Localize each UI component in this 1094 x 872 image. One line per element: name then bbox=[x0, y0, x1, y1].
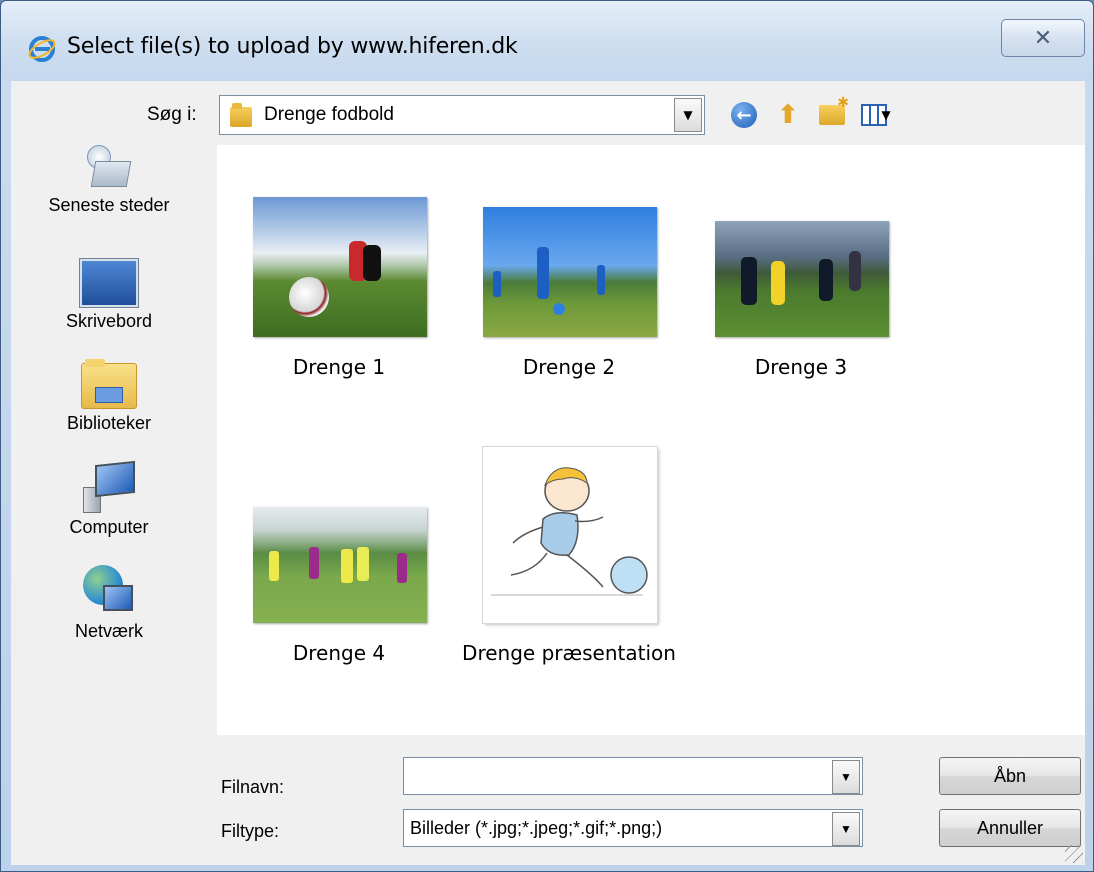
file-upload-dialog: Select file(s) to upload by www.hiferen.… bbox=[0, 0, 1094, 872]
up-folder-button[interactable]: ⬆ bbox=[771, 98, 805, 132]
place-computer[interactable]: Computer bbox=[11, 460, 207, 538]
file-name: Drenge 2 bbox=[522, 355, 616, 379]
new-folder-button[interactable] bbox=[815, 95, 849, 132]
image-thumbnail bbox=[253, 507, 427, 623]
recent-places-icon bbox=[85, 145, 133, 191]
open-button[interactable]: Åbn bbox=[939, 757, 1081, 795]
network-icon bbox=[81, 565, 137, 617]
file-name: Drenge 4 bbox=[292, 641, 386, 665]
filetype-label: Filtype: bbox=[221, 821, 280, 841]
caret-down-icon: ▼ bbox=[881, 108, 891, 122]
image-thumbnail bbox=[483, 207, 657, 337]
up-folder-icon: ⬆ bbox=[777, 100, 799, 130]
filetype-select[interactable]: Billeder (*.jpg;*.jpeg;*.gif;*.png;) ▼ bbox=[403, 809, 863, 847]
desktop-icon bbox=[80, 259, 138, 307]
new-folder-icon bbox=[819, 95, 849, 125]
computer-icon bbox=[81, 460, 137, 513]
resize-grip[interactable] bbox=[1065, 845, 1083, 863]
window-title: Select file(s) to upload by www.hiferen.… bbox=[67, 34, 518, 59]
file-list-view[interactable]: Drenge 1 Drenge 2 Drenge 3 Drenge 4 Dren… bbox=[217, 145, 1085, 735]
file-name: Drenge 1 bbox=[292, 355, 386, 379]
internet-explorer-icon bbox=[28, 36, 56, 62]
lookin-label: Søg i: bbox=[147, 104, 197, 125]
back-icon: ← bbox=[731, 102, 757, 128]
lookin-value: Drenge fodbold bbox=[264, 104, 394, 125]
place-label: Computer bbox=[69, 517, 149, 537]
folder-icon bbox=[230, 103, 252, 127]
place-label: Netværk bbox=[74, 621, 143, 641]
view-menu-button[interactable]: ▼ bbox=[859, 98, 893, 132]
place-libraries[interactable]: Biblioteker bbox=[11, 359, 207, 434]
chevron-down-icon[interactable]: ▼ bbox=[674, 98, 702, 132]
image-thumbnail bbox=[253, 197, 427, 337]
places-bar: Seneste steder Skrivebord Biblioteker Co… bbox=[11, 145, 207, 701]
close-button[interactable]: ✕ bbox=[1001, 19, 1085, 57]
image-thumbnail bbox=[715, 221, 889, 337]
place-desktop[interactable]: Skrivebord bbox=[11, 259, 207, 332]
filename-input[interactable] bbox=[410, 765, 862, 787]
place-recent[interactable]: Seneste steder bbox=[11, 145, 207, 216]
place-label: Skrivebord bbox=[65, 311, 153, 331]
place-label: Biblioteker bbox=[66, 413, 152, 433]
title-bar: Select file(s) to upload by www.hiferen.… bbox=[1, 1, 1093, 81]
file-name: Drenge præsentation bbox=[462, 641, 676, 665]
dialog-body: Søg i: Drenge fodbold ▼ ← ⬆ ▼ Seneste st… bbox=[11, 81, 1085, 865]
presentation-thumbnail bbox=[483, 447, 657, 623]
lookin-dropdown[interactable]: Drenge fodbold ▼ bbox=[219, 95, 705, 135]
place-network[interactable]: Netværk bbox=[11, 565, 207, 642]
place-label: Seneste steder bbox=[48, 195, 170, 215]
chevron-down-icon[interactable]: ▼ bbox=[832, 760, 860, 794]
running-child-illustration bbox=[491, 467, 648, 596]
back-button[interactable]: ← bbox=[727, 98, 761, 132]
libraries-icon bbox=[81, 359, 137, 409]
filename-label: Filnavn: bbox=[221, 777, 285, 797]
filetype-value: Billeder (*.jpg;*.jpeg;*.gif;*.png;) bbox=[410, 817, 663, 838]
navigation-toolbar: ← ⬆ ▼ bbox=[727, 95, 893, 133]
file-name: Drenge 3 bbox=[754, 355, 848, 379]
chevron-down-icon[interactable]: ▼ bbox=[832, 812, 860, 846]
close-icon: ✕ bbox=[1033, 25, 1053, 51]
cancel-button[interactable]: Annuller bbox=[939, 809, 1081, 847]
filename-field[interactable]: ▼ bbox=[403, 757, 863, 795]
